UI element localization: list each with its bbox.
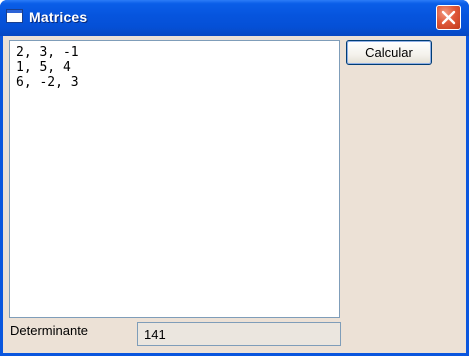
client-area: Calcular Determinante 141: [3, 36, 466, 353]
window-icon: [6, 9, 23, 23]
matrix-input[interactable]: [9, 40, 340, 318]
determinant-field[interactable]: 141: [137, 322, 341, 346]
title-bar[interactable]: Matrices: [0, 0, 469, 36]
close-button[interactable]: [436, 5, 461, 30]
determinant-label: Determinante: [10, 323, 89, 338]
calculate-button[interactable]: Calcular: [346, 40, 432, 65]
app-window: Matrices Calcular Determinante 141: [0, 0, 469, 356]
close-icon: [441, 10, 456, 25]
window-title: Matrices: [29, 9, 88, 25]
